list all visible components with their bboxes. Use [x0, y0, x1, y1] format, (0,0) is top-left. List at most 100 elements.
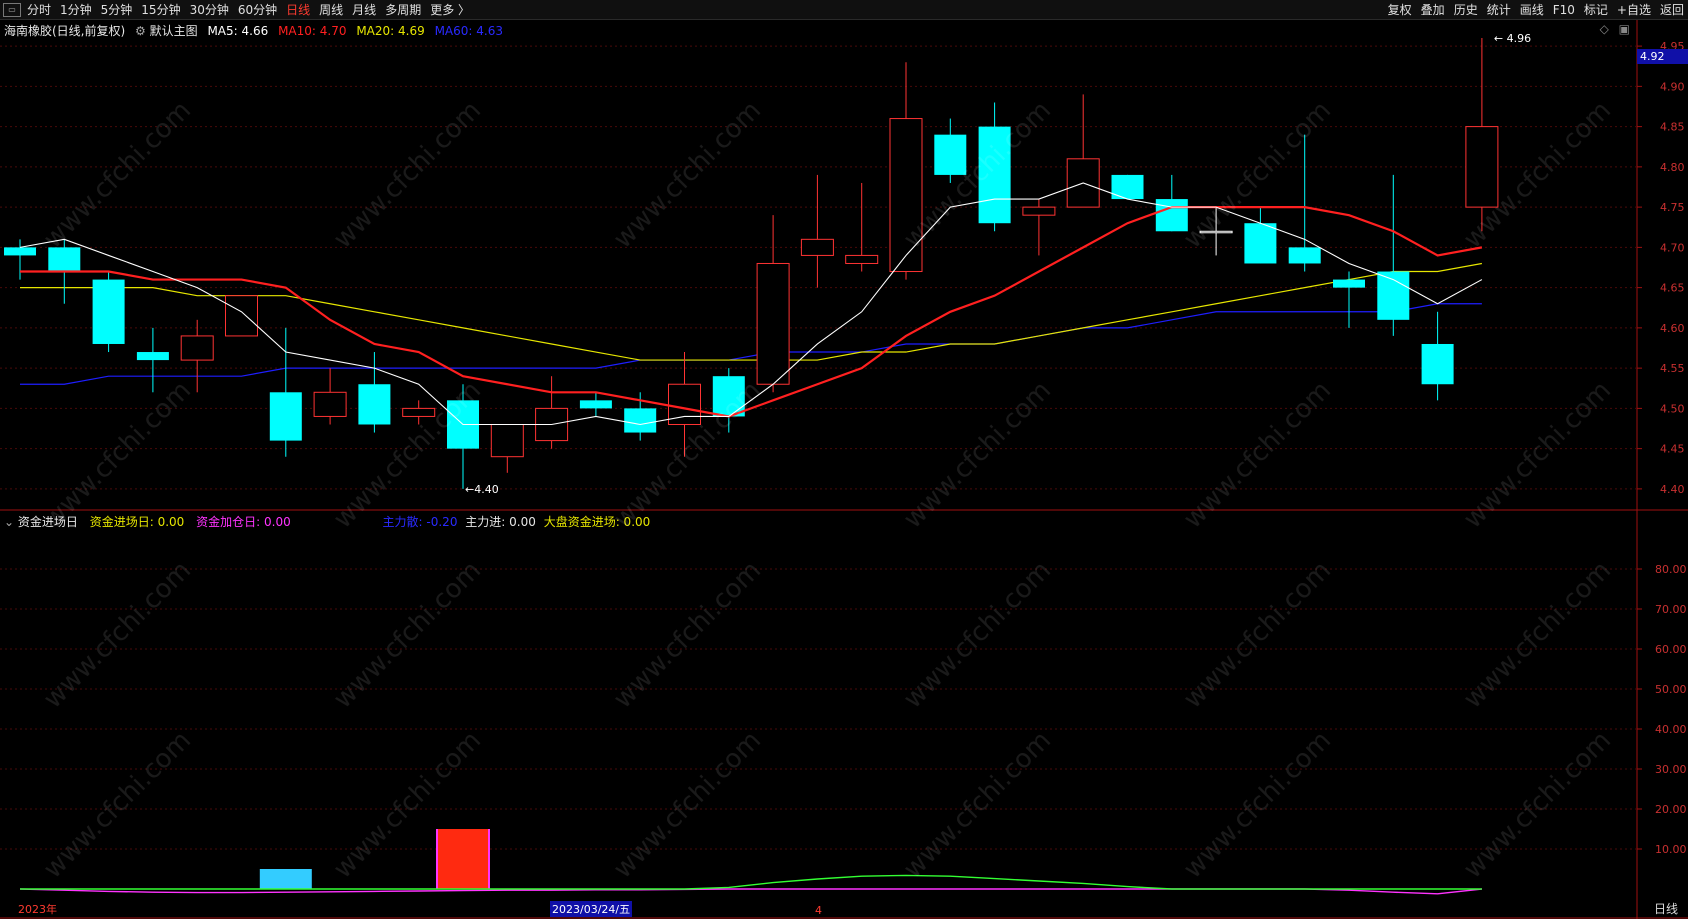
sub-tick-label: 60.00 [1655, 643, 1687, 656]
period-tabs: 分时 1分钟 5分钟 15分钟 30分钟 60分钟 日线 周线 月线 多周期 更多 〉 [27, 0, 470, 19]
candle-body-down [92, 279, 125, 344]
period-tab-10[interactable]: 更多 〉 [430, 1, 470, 18]
menu-item-5[interactable]: F10 [1553, 3, 1575, 17]
price-tick-label: 4.65 [1660, 282, 1685, 295]
sub-tick-label: 20.00 [1655, 803, 1687, 816]
stock-name: 海南橡胶(日线,前复权) [4, 24, 126, 38]
candle-body-up [402, 407, 436, 417]
menu-item-8[interactable]: 返回 [1660, 1, 1684, 18]
menu-item-1[interactable]: 叠加 [1421, 1, 1445, 18]
candle-body-down [48, 247, 81, 272]
sub-tick-label: 30.00 [1655, 763, 1687, 776]
kline-chart[interactable]: 4.954.904.854.804.754.704.654.604.554.50… [0, 20, 1688, 919]
template-name[interactable]: 默认主图 [150, 24, 198, 38]
price-tick-label: 4.90 [1660, 80, 1685, 93]
panel-controls: ◇ ▣ [1600, 22, 1630, 36]
menu-item-4[interactable]: 画线 [1520, 1, 1544, 18]
candle-body-up [180, 335, 214, 361]
menu-item-3[interactable]: 统计 [1487, 1, 1511, 18]
price-tick-label: 4.40 [1660, 483, 1685, 496]
sub-tick-label: 70.00 [1655, 603, 1687, 616]
menu-item-6[interactable]: 标记 [1584, 1, 1608, 18]
price-tick-label: 4.60 [1660, 322, 1685, 335]
price-tick-label: 4.50 [1660, 402, 1685, 415]
right-menu: 复权 叠加 历史 统计 画线 F10 标记 +自选 返回 [1388, 0, 1684, 19]
period-tab-1[interactable]: 1分钟 [60, 1, 92, 18]
period-tab-0[interactable]: 分时 [27, 1, 51, 18]
candle-body-down [1244, 223, 1277, 264]
cursor-date-label: 2023/03/24/五 [550, 901, 633, 917]
sub-tick-label: 50.00 [1655, 683, 1687, 696]
candle-body-up [800, 238, 834, 256]
candle-body-up [889, 118, 923, 273]
ma60-label: MA60: 4.63 [434, 24, 503, 38]
candle-body-down [4, 247, 36, 256]
candle-body-down [579, 400, 612, 409]
sub-line4: 主力进: 0.00 [465, 515, 536, 529]
candle-body-up [756, 262, 790, 385]
price-tick-label: 4.80 [1660, 161, 1685, 174]
period-tab-8[interactable]: 月线 [352, 1, 376, 18]
price-tick-label: 4.45 [1660, 443, 1685, 456]
candle-body-up [225, 295, 258, 337]
candle-body-up [490, 423, 524, 458]
sub-tick-label: 40.00 [1655, 723, 1687, 736]
period-tab-4[interactable]: 30分钟 [190, 1, 229, 18]
menu-item-0[interactable]: 复权 [1388, 1, 1412, 18]
candle-body-down [934, 134, 967, 175]
sub-line5: 大盘资金进场: 0.00 [543, 515, 651, 529]
candle-body-down [136, 352, 169, 361]
sub-line1: 资金进场日: 0.00 [89, 515, 185, 529]
diamond-icon[interactable]: ◇ [1600, 22, 1609, 36]
sub-magenta-line [19, 888, 1482, 895]
candle-body-down [1377, 271, 1410, 320]
ma5-label: MA5: 4.66 [207, 24, 269, 38]
sub-indicator-bar [259, 869, 312, 889]
period-tab-9[interactable]: 多周期 [385, 1, 421, 18]
sub-indicator-name[interactable]: 资金进场日 [18, 515, 78, 529]
menu-item-2[interactable]: 历史 [1454, 1, 1478, 18]
period-label[interactable]: 日线 [1654, 900, 1678, 917]
candle-body-down [978, 126, 1011, 224]
candle-body-down [1333, 279, 1365, 288]
last-price-box: 4.92 [1637, 49, 1688, 64]
candle-body-up [845, 254, 879, 264]
candle-body-down [1288, 247, 1321, 264]
price-tick-label: 4.75 [1660, 201, 1685, 214]
period-tab-2[interactable]: 5分钟 [101, 1, 133, 18]
top-toolbar: ▭ 分时 1分钟 5分钟 15分钟 30分钟 60分钟 日线 周线 月线 多周期 更多 〉 复权 叠加… [0, 0, 1688, 20]
price-tick-label: 4.70 [1660, 241, 1685, 254]
candle-body-down [1155, 199, 1188, 232]
settings-icon[interactable]: ⚙ [135, 24, 146, 38]
sub-title-row: ⌄ 资金进场日 资金进场日: 0.00 资金加仓日: 0.00 主力散: -0.… [4, 513, 650, 530]
candle-body-down [712, 376, 745, 417]
candle-body-up [1022, 206, 1056, 216]
maximize-icon[interactable]: ▣ [1619, 22, 1630, 36]
low-annotation: ←4.40 [465, 483, 499, 496]
high-annotation: ← 4.96 [1494, 32, 1531, 45]
sub-line2: 资金加仓日: 0.00 [196, 515, 291, 529]
candle-body-down [1421, 343, 1454, 385]
sub-indicator-bar [437, 829, 489, 889]
window-icon[interactable]: ▭ [3, 3, 21, 17]
year-label: 2023年 [18, 903, 57, 916]
candle-body-down [269, 392, 302, 441]
menu-item-7[interactable]: +自选 [1617, 1, 1651, 18]
price-tick-label: 4.85 [1660, 121, 1685, 134]
sub-line3: 主力散: -0.20 [382, 515, 458, 529]
candle-body-down [358, 384, 391, 425]
sub-tick-label: 80.00 [1655, 563, 1687, 576]
candle-body-up [313, 391, 347, 417]
period-tab-5[interactable]: 60分钟 [238, 1, 277, 18]
sub-tick-label: 10.00 [1655, 843, 1687, 856]
candle-body-up [1199, 230, 1233, 234]
period-tab-3[interactable]: 15分钟 [141, 1, 180, 18]
period-tab-6[interactable]: 日线 [286, 1, 310, 18]
chevron-down-icon[interactable]: ⌄ [4, 515, 14, 529]
period-tab-7[interactable]: 周线 [319, 1, 343, 18]
price-tick-label: 4.55 [1660, 362, 1685, 375]
ma20-label: MA20: 4.69 [356, 24, 425, 38]
candle-body-up [1465, 126, 1499, 208]
month-label: 4 [815, 904, 822, 917]
sub-green-line [20, 874, 1482, 890]
